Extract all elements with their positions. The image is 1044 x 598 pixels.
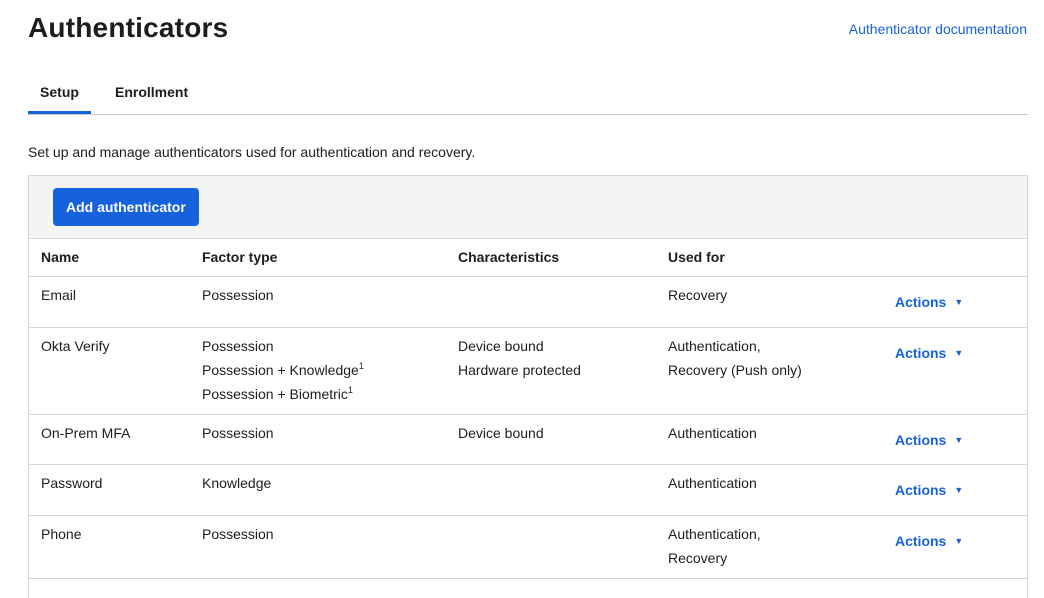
characteristic: Device bound: [458, 337, 544, 354]
authenticators-table: Name Factor type Characteristics Used fo…: [29, 239, 1027, 579]
characteristic: Hardware protected: [458, 361, 581, 378]
used-for: Recovery: [668, 286, 728, 303]
active-tab-indicator: [28, 111, 91, 114]
tab-setup[interactable]: Setup: [28, 84, 91, 114]
authenticator-name: Password: [41, 474, 103, 491]
authenticator-documentation-link[interactable]: Authenticator documentation: [849, 21, 1027, 37]
used-for: Recovery: [668, 549, 728, 566]
authenticators-panel: Add authenticator Name Factor type Chara…: [28, 175, 1028, 598]
factor-type: Possession: [202, 424, 274, 441]
column-header-characteristics: Characteristics: [458, 239, 668, 277]
column-header-actions: [895, 239, 1027, 277]
factor-type: Possession + Biometric1: [202, 382, 458, 406]
tab-enrollment[interactable]: Enrollment: [115, 84, 188, 112]
factor-type-text: Possession + Biometric: [202, 385, 348, 402]
factor-type: Knowledge: [202, 474, 272, 491]
factor-type: Possession: [202, 337, 274, 354]
actions-dropdown[interactable]: Actions ▼: [895, 341, 963, 365]
column-header-name: Name: [29, 239, 202, 277]
factor-type: Possession: [202, 286, 274, 303]
authenticator-name: Phone: [41, 525, 82, 542]
authenticator-name: Email: [41, 286, 77, 303]
actions-label: Actions: [895, 532, 947, 549]
table-row: Email Possession Recovery Actions ▼: [29, 276, 1027, 328]
characteristic: Device bound: [458, 424, 544, 441]
used-for: Recovery (Push only): [668, 361, 802, 378]
actions-label: Actions: [895, 431, 947, 448]
tab-setup-label: Setup: [40, 84, 79, 100]
caret-down-icon: ▼: [954, 484, 964, 495]
actions-dropdown[interactable]: Actions ▼: [895, 290, 963, 314]
actions-label: Actions: [895, 481, 947, 498]
table-row: On-Prem MFA Possession Device bound Auth…: [29, 414, 1027, 465]
page-title: Authenticators: [28, 12, 229, 43]
table-row: Phone Possession Authentication, Recover…: [29, 515, 1027, 579]
actions-dropdown[interactable]: Actions ▼: [895, 529, 963, 553]
used-for: Authentication,: [668, 337, 761, 354]
factor-type-text: Possession + Knowledge: [202, 361, 359, 378]
factor-type: Possession + Knowledge1: [202, 358, 458, 382]
actions-label: Actions: [895, 293, 947, 310]
panel-toolbar: Add authenticator: [29, 176, 1027, 239]
footnote-marker: 1: [347, 384, 353, 395]
tab-bar: Setup Enrollment: [28, 76, 1028, 115]
caret-down-icon: ▼: [954, 347, 964, 358]
add-authenticator-button[interactable]: Add authenticator: [53, 188, 199, 226]
used-for: Authentication,: [668, 525, 761, 542]
table-row: Okta Verify Possession Possession + Know…: [29, 327, 1027, 415]
table-header-row: Name Factor type Characteristics Used fo…: [29, 239, 1027, 277]
authenticator-name: Okta Verify: [41, 337, 110, 354]
tab-enrollment-label: Enrollment: [115, 84, 189, 100]
authenticator-name: On-Prem MFA: [41, 424, 131, 441]
actions-dropdown[interactable]: Actions ▼: [895, 478, 963, 502]
caret-down-icon: ▼: [954, 434, 964, 445]
footnote-marker: 1: [358, 360, 364, 371]
column-header-factor-type: Factor type: [202, 239, 458, 277]
caret-down-icon: ▼: [954, 535, 964, 546]
used-for: Authentication: [668, 424, 757, 441]
actions-label: Actions: [895, 344, 947, 361]
table-row: Password Knowledge Authentication Action…: [29, 464, 1027, 516]
used-for: Authentication: [668, 474, 757, 491]
factor-type: Possession: [202, 525, 274, 542]
column-header-used-for: Used for: [668, 239, 895, 277]
actions-dropdown[interactable]: Actions ▼: [895, 428, 963, 452]
intro-text: Set up and manage authenticators used fo…: [28, 144, 476, 160]
caret-down-icon: ▼: [954, 296, 964, 307]
